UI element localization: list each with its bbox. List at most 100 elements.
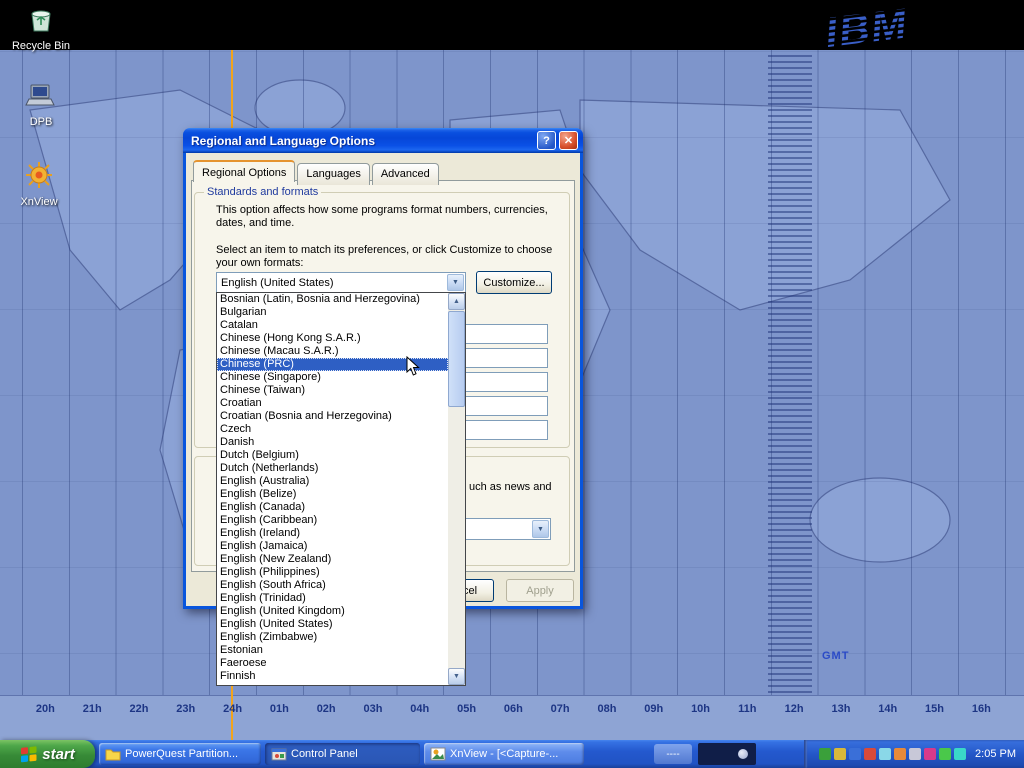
chevron-up-icon: ▲ xyxy=(453,298,460,305)
taskbar-button-label: XnView - [<Capture-... xyxy=(450,748,558,760)
language-option[interactable]: Finnish xyxy=(217,670,448,683)
language-dropdown-list: Bosnian (Latin, Bosnia and Herzegovina) … xyxy=(216,292,466,686)
language-option[interactable]: English (United Kingdom) xyxy=(217,605,448,618)
location-text-fragment: uch as news and xyxy=(469,481,552,493)
window-titlebar[interactable]: Regional and Language Options ? ✕ xyxy=(183,128,583,153)
language-option[interactable]: Catalan xyxy=(217,319,448,332)
desktop-icon-recycle-bin[interactable]: Recycle Bin xyxy=(8,4,74,52)
tab-strip: Regional Options Languages Advanced xyxy=(193,160,441,182)
scrollbar-thumb[interactable] xyxy=(448,311,465,407)
scroll-up-button[interactable]: ▲ xyxy=(448,293,465,310)
tray-icon-2[interactable] xyxy=(834,748,846,760)
format-select-value: English (United States) xyxy=(217,277,334,289)
standards-instruction: Select an item to match its preferences,… xyxy=(216,244,554,270)
standards-description: This option affects how some programs fo… xyxy=(216,204,554,230)
taskbar-button-control-panel[interactable]: Control Panel xyxy=(265,743,420,765)
hour-label: 22h xyxy=(116,703,163,715)
language-option[interactable]: English (Belize) xyxy=(217,488,448,501)
language-option[interactable]: English (South Africa) xyxy=(217,579,448,592)
windows-flag-icon xyxy=(20,745,38,763)
svg-text:IBM: IBM xyxy=(823,0,911,56)
tray-icon-5[interactable] xyxy=(879,748,891,760)
language-option[interactable]: English (Canada) xyxy=(217,501,448,514)
language-option[interactable]: English (New Zealand) xyxy=(217,553,448,566)
hour-label: 13h xyxy=(818,703,865,715)
tab-advanced[interactable]: Advanced xyxy=(372,163,439,185)
tray-icon-8[interactable] xyxy=(924,748,936,760)
format-select[interactable]: English (United States) ▼ xyxy=(216,272,466,293)
hour-label: 15h xyxy=(911,703,958,715)
folder-icon xyxy=(105,747,121,761)
list-scrollbar[interactable]: ▲ ▼ xyxy=(448,293,465,685)
desktop-icon-dpb[interactable]: DPB xyxy=(8,82,74,128)
chevron-down-icon: ▼ xyxy=(453,673,460,680)
combo-dropdown-button[interactable]: ▼ xyxy=(532,520,549,538)
language-option[interactable]: English (Ireland) xyxy=(217,527,448,540)
language-option[interactable]: Dutch (Belgium) xyxy=(217,449,448,462)
tray-icon-9[interactable] xyxy=(939,748,951,760)
gmt-hatched-band xyxy=(768,55,812,700)
language-option[interactable]: Bosnian (Latin, Bosnia and Herzegovina) xyxy=(217,293,448,306)
tray-icon-4[interactable] xyxy=(864,748,876,760)
language-option[interactable]: Danish xyxy=(217,436,448,449)
language-option[interactable]: Chinese (Hong Kong S.A.R.) xyxy=(217,332,448,345)
taskbar: start PowerQuest Partition... Control Pa… xyxy=(0,740,1024,768)
ibm-logo: IBM xyxy=(817,0,952,56)
xnview-icon xyxy=(24,160,54,190)
taskbar-button-label: PowerQuest Partition... xyxy=(125,748,238,760)
scroll-down-button[interactable]: ▼ xyxy=(448,668,465,685)
combo-dropdown-button[interactable]: ▼ xyxy=(447,274,464,291)
language-option[interactable]: English (Australia) xyxy=(217,475,448,488)
taskbar-button-xnview[interactable]: XnView - [<Capture-... xyxy=(424,743,584,765)
hour-scale-band xyxy=(0,695,1024,740)
customize-button[interactable]: Customize... xyxy=(476,271,552,294)
language-option[interactable]: Chinese (Taiwan) xyxy=(217,384,448,397)
close-button[interactable]: ✕ xyxy=(559,131,578,150)
wallpaper-top-band: IBM xyxy=(0,0,1024,50)
taskbar-button-powerquest[interactable]: PowerQuest Partition... xyxy=(99,743,261,765)
language-option[interactable]: English (Philippines) xyxy=(217,566,448,579)
hour-label: 08h xyxy=(584,703,631,715)
tray-icon-10[interactable] xyxy=(954,748,966,760)
language-option[interactable]: Faeroese xyxy=(217,657,448,670)
language-option[interactable]: Croatian (Bosnia and Herzegovina) xyxy=(217,410,448,423)
laptop-icon xyxy=(25,82,57,110)
taskbar-clock[interactable]: 2:05 PM xyxy=(975,748,1016,760)
language-option[interactable]: Dutch (Netherlands) xyxy=(217,462,448,475)
language-option[interactable]: English (United States) xyxy=(217,618,448,631)
tab-regional-options[interactable]: Regional Options xyxy=(193,160,295,182)
icon-label: XnView xyxy=(6,196,72,208)
tray-icon-6[interactable] xyxy=(894,748,906,760)
language-option[interactable]: Estonian xyxy=(217,644,448,657)
help-button[interactable]: ? xyxy=(537,131,556,150)
language-option[interactable]: Bulgarian xyxy=(217,306,448,319)
group-title: Standards and formats xyxy=(204,186,321,198)
window-title: Regional and Language Options xyxy=(188,134,534,148)
language-option[interactable]: English (Jamaica) xyxy=(217,540,448,553)
language-option[interactable]: Croatian xyxy=(217,397,448,410)
apply-button[interactable]: Apply xyxy=(506,579,574,602)
tray-icon-7[interactable] xyxy=(909,748,921,760)
chevron-down-icon: ▼ xyxy=(452,279,459,286)
tray-icon-3[interactable] xyxy=(849,748,861,760)
gmt-label: GMT xyxy=(822,650,849,662)
tray-icon-1[interactable] xyxy=(819,748,831,760)
chevron-down-icon: ▼ xyxy=(537,526,544,533)
taskbar-misc-button[interactable]: ---- xyxy=(654,744,692,764)
hour-label: 04h xyxy=(396,703,443,715)
recycle-bin-icon xyxy=(26,4,56,34)
hour-label: 12h xyxy=(771,703,818,715)
language-option[interactable]: English (Trinidad) xyxy=(217,592,448,605)
language-option[interactable]: English (Zimbabwe) xyxy=(217,631,448,644)
taskbar-dark-segment[interactable] xyxy=(698,743,756,765)
desktop-icon-xnview[interactable]: XnView xyxy=(6,160,72,208)
hour-label: 20h xyxy=(22,703,69,715)
language-option[interactable]: English (Caribbean) xyxy=(217,514,448,527)
language-options: Bosnian (Latin, Bosnia and Herzegovina) … xyxy=(217,293,448,685)
start-button[interactable]: start xyxy=(0,740,95,768)
hour-label: 02h xyxy=(303,703,350,715)
language-option[interactable]: Czech xyxy=(217,423,448,436)
hour-label: 07h xyxy=(537,703,584,715)
hour-label: 03h xyxy=(350,703,397,715)
tab-languages[interactable]: Languages xyxy=(297,163,369,185)
